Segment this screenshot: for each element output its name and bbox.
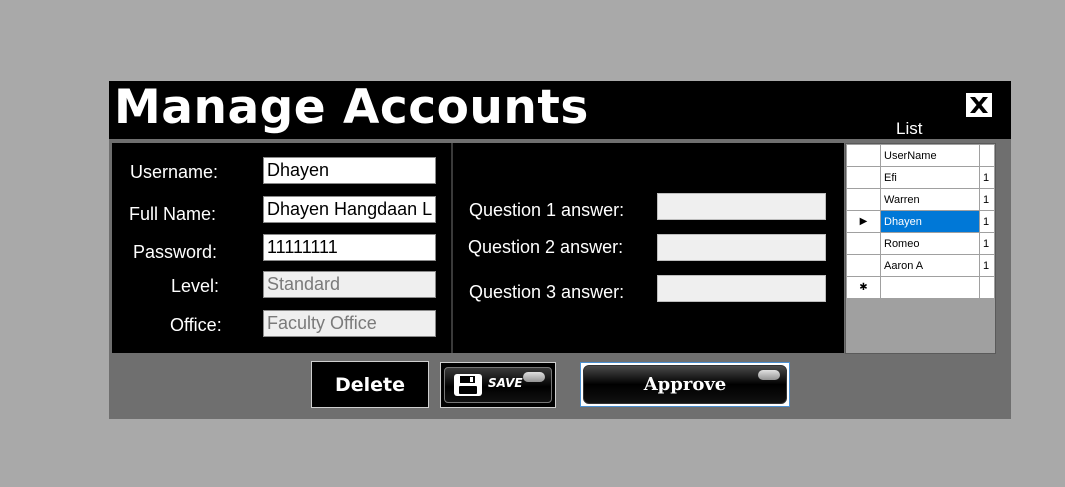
username-cell[interactable]: Warren xyxy=(880,188,980,211)
question3-answer-field[interactable] xyxy=(657,275,826,302)
save-button-face: SAVE xyxy=(444,367,552,403)
question2-label: Question 2 answer: xyxy=(468,237,624,257)
username-label: Username: xyxy=(130,162,219,182)
current-row-indicator-icon[interactable]: ▶ xyxy=(846,210,881,233)
save-gloss xyxy=(523,372,545,382)
row-header[interactable] xyxy=(846,254,881,277)
delete-button[interactable]: Delete xyxy=(311,361,429,408)
manage-accounts-window: Manage Accounts List Username: Dhayen Fu… xyxy=(109,80,1011,419)
window-title: Manage Accounts xyxy=(114,80,589,135)
extra-cell[interactable]: 1 xyxy=(979,188,995,211)
close-button[interactable] xyxy=(966,93,992,117)
username-cell[interactable]: Romeo xyxy=(880,232,980,255)
username-cell[interactable]: Aaron A xyxy=(880,254,980,277)
table-row[interactable]: Efi 1 xyxy=(846,166,995,189)
row-header[interactable] xyxy=(846,166,881,189)
approve-button[interactable]: Approve xyxy=(580,362,790,407)
level-label: Level: xyxy=(171,276,220,296)
accounts-table: UserName Efi 1 Warren 1 ▶ Dhayen 1 Romeo xyxy=(846,144,995,299)
extra-cell[interactable]: 1 xyxy=(979,232,995,255)
approve-label: Approve xyxy=(643,374,727,395)
question1-answer-field[interactable] xyxy=(657,193,826,220)
approve-button-face: Approve xyxy=(583,365,787,404)
level-field[interactable]: Standard xyxy=(263,271,436,298)
password-field[interactable]: 11111111 xyxy=(263,234,436,261)
password-label: Password: xyxy=(133,242,218,262)
username-cell[interactable]: Dhayen xyxy=(880,210,980,233)
office-label: Office: xyxy=(170,315,222,335)
question1-label: Question 1 answer: xyxy=(469,200,625,220)
column-header-extra[interactable] xyxy=(979,144,995,167)
extra-cell[interactable]: 1 xyxy=(979,166,995,189)
save-button[interactable]: SAVE xyxy=(440,362,556,408)
extra-cell[interactable]: 1 xyxy=(979,254,995,277)
account-details-panel: Username: Dhayen Full Name: Dhayen Hangd… xyxy=(112,143,451,353)
row-header[interactable] xyxy=(846,188,881,211)
approve-gloss xyxy=(758,370,780,380)
accounts-list-grid[interactable]: UserName Efi 1 Warren 1 ▶ Dhayen 1 Romeo xyxy=(845,143,996,354)
table-row-selected[interactable]: ▶ Dhayen 1 xyxy=(846,210,995,233)
floppy-disk-icon xyxy=(454,374,482,396)
question3-label: Question 3 answer: xyxy=(469,282,625,302)
new-row[interactable]: ✱ xyxy=(846,276,995,299)
table-header-row: UserName xyxy=(846,144,995,167)
question2-answer-field[interactable] xyxy=(657,234,826,261)
fullname-field[interactable]: Dhayen Hangdaan L xyxy=(263,196,436,223)
username-field[interactable]: Dhayen xyxy=(263,157,436,184)
row-header[interactable] xyxy=(846,232,881,255)
fullname-label: Full Name: xyxy=(129,204,217,224)
list-label: List xyxy=(896,119,923,138)
extra-cell[interactable]: 1 xyxy=(979,210,995,233)
username-cell[interactable]: Efi xyxy=(880,166,980,189)
table-row[interactable]: Romeo 1 xyxy=(846,232,995,255)
new-row-icon[interactable]: ✱ xyxy=(846,276,881,299)
table-row[interactable]: Warren 1 xyxy=(846,188,995,211)
office-field[interactable]: Faculty Office xyxy=(263,310,436,337)
new-username-cell[interactable] xyxy=(880,276,980,299)
table-row[interactable]: Aaron A 1 xyxy=(846,254,995,277)
save-label: SAVE xyxy=(488,376,523,390)
security-questions-panel: Question 1 answer: Question 2 answer: Qu… xyxy=(453,143,844,353)
column-header-username[interactable]: UserName xyxy=(880,144,980,167)
new-extra-cell[interactable] xyxy=(979,276,995,299)
title-bar: Manage Accounts List xyxy=(109,80,1011,139)
row-header-corner xyxy=(846,144,881,167)
close-icon xyxy=(968,95,990,115)
